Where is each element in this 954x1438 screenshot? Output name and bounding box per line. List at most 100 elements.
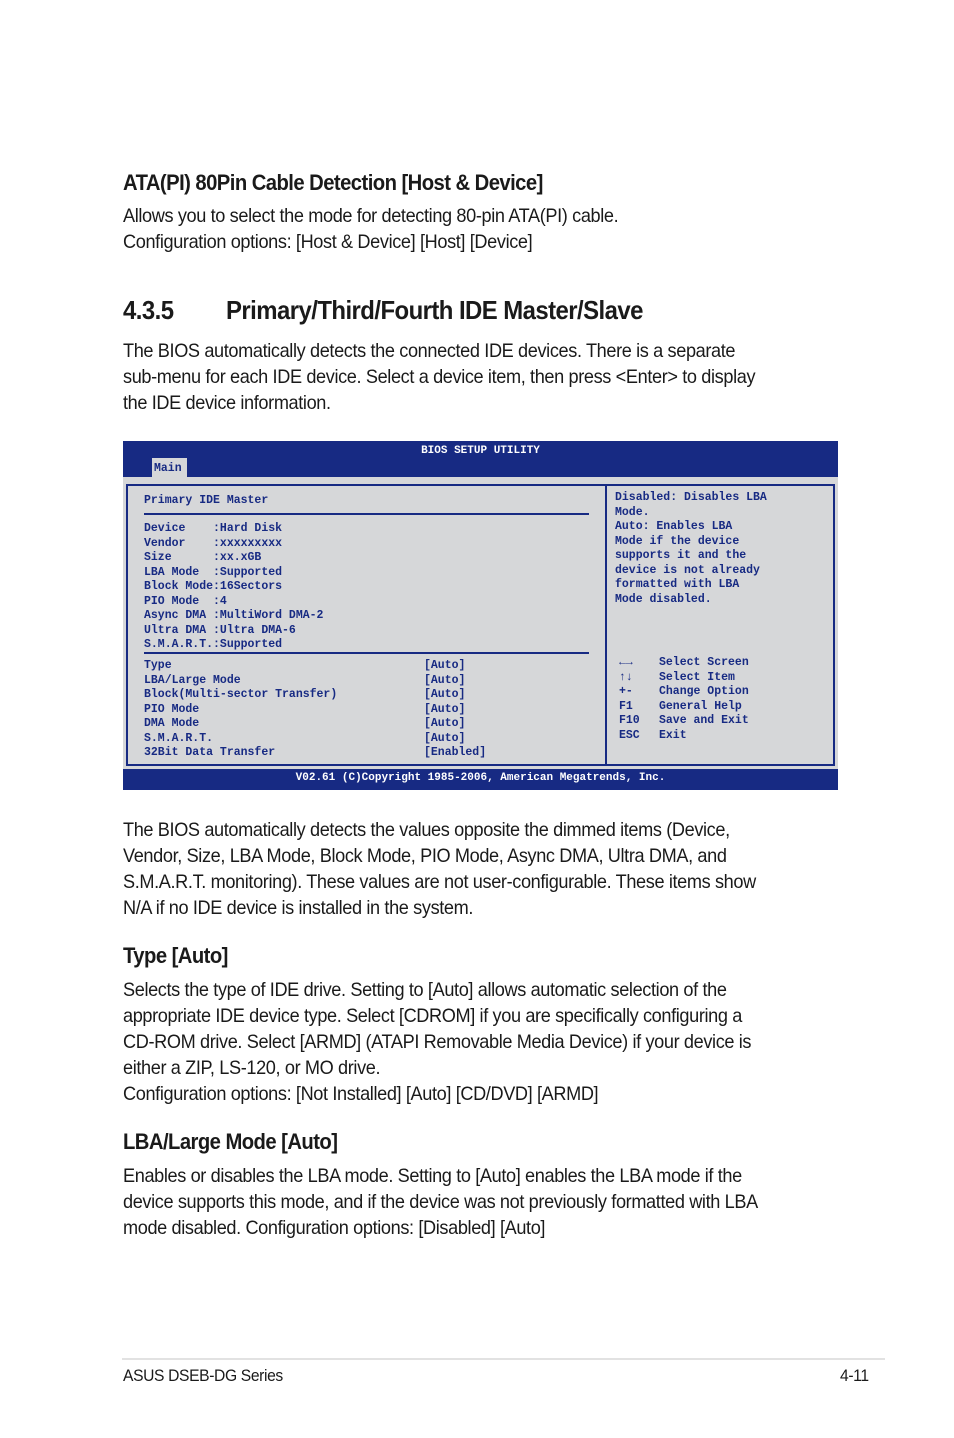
- setting-value[interactable]: [Auto]: [424, 674, 465, 689]
- setting-label: DMA Mode: [144, 717, 200, 730]
- key-row: F10 Save and Exit: [619, 714, 819, 729]
- info-label: Async DMA: [144, 609, 214, 622]
- text-line: N/A if no IDE device is installed in the…: [123, 897, 474, 919]
- section-number: 4.3.5: [123, 295, 174, 325]
- setting-row-pio[interactable]: PIO Mode [Auto]: [144, 703, 584, 718]
- key-action: Select Screen: [659, 656, 749, 669]
- info-label: Vendor: [144, 536, 214, 550]
- info-value: :Supported: [213, 638, 283, 651]
- settings-list: Type [Auto] LBA/Large Mode [Auto] Block(Mu…: [144, 659, 584, 761]
- setting-value[interactable]: [Auto]: [424, 717, 465, 732]
- setting-label: Block(Multi-sector Transfer): [144, 688, 338, 701]
- setting-value[interactable]: [Auto]: [424, 703, 465, 718]
- type-auto-heading: Type [Auto]: [123, 943, 228, 968]
- text-line: CD-ROM drive. Select [ARMD] (ATAPI Remov…: [123, 1031, 752, 1053]
- setting-row-dma[interactable]: DMA Mode [Auto]: [144, 717, 584, 732]
- text-line: The BIOS automatically detects the conne…: [123, 340, 736, 362]
- lba-mode-heading: LBA/Large Mode [Auto]: [123, 1129, 338, 1154]
- setting-value[interactable]: [Auto]: [424, 732, 465, 747]
- info-row: Size :xx.xGB: [144, 551, 323, 566]
- key-action: General Help: [659, 699, 742, 713]
- text-line: The BIOS automatically detects the value…: [123, 819, 730, 841]
- text-line: Configuration options: [Not Installed] […: [123, 1083, 599, 1105]
- text-line: mode disabled. Configuration options: [D…: [123, 1217, 546, 1239]
- info-value: :Ultra DMA-6: [213, 623, 296, 637]
- key-legend: ←→ Select Screen ↑↓ Select Item +- Change O…: [619, 656, 819, 743]
- bios-panel: Primary IDE Master Device :Hard Disk Ven…: [126, 484, 835, 766]
- info-label: Block Mode: [144, 580, 214, 593]
- help-line: supports it and the: [615, 549, 747, 562]
- info-row: Vendor :xxxxxxxxx: [144, 537, 323, 552]
- help-line: Mode disabled.: [615, 592, 712, 606]
- title-rule: [144, 513, 589, 515]
- setting-label: S.M.A.R.T.: [144, 731, 214, 745]
- info-value: :Hard Disk: [213, 522, 283, 535]
- info-row: LBA Mode :Supported: [144, 566, 323, 581]
- info-label: LBA Mode: [144, 565, 214, 579]
- key-row: ←→ Select Screen: [619, 656, 819, 671]
- text-line: Configuration options: [Host & Device] […: [123, 231, 533, 253]
- help-line: Mode if the device: [615, 534, 740, 548]
- text-line: sub-menu for each IDE device. Select a d…: [123, 366, 756, 388]
- help-line: Mode.: [615, 505, 650, 519]
- info-value: :xx.xGB: [213, 551, 262, 564]
- info-label: PIO Mode: [144, 594, 214, 608]
- key-action: Change Option: [659, 685, 749, 698]
- ide-section-text: The BIOS automatically detects the conne…: [123, 338, 756, 416]
- info-label: Device: [144, 522, 214, 535]
- text-line: Vendor, Size, LBA Mode, Block Mode, PIO …: [123, 845, 727, 867]
- setting-label: PIO Mode: [144, 702, 200, 716]
- info-value: :16Sectors: [213, 580, 283, 593]
- panel-divider: [605, 486, 607, 764]
- info-row: Device :Hard Disk: [144, 522, 323, 537]
- cable-detection-text: Allows you to select the mode for detect…: [123, 203, 619, 255]
- cable-detection-heading: ATA(PI) 80Pin Cable Detection [Host & De…: [123, 170, 543, 195]
- info-row: Async DMA :MultiWord DMA-2: [144, 609, 323, 624]
- help-line: Auto: Enables LBA: [615, 520, 733, 533]
- setting-row-type[interactable]: Type [Auto]: [144, 659, 584, 674]
- info-label: Ultra DMA: [144, 623, 214, 637]
- bios-screen-title: Primary IDE Master: [144, 494, 269, 507]
- setting-row-block[interactable]: Block(Multi-sector Transfer) [Auto]: [144, 688, 584, 703]
- up-down-arrow-icon: ↑↓: [619, 670, 633, 684]
- text-line: Selects the type of IDE drive. Setting t…: [123, 979, 727, 1001]
- bios-title: BIOS SETUP UTILITY: [421, 445, 540, 457]
- text-line: the IDE device information.: [123, 392, 331, 414]
- f10-key: F10: [619, 714, 640, 727]
- bios-tab-main[interactable]: Main: [152, 458, 187, 477]
- info-label: S.M.A.R.T.: [144, 638, 214, 651]
- info-value: :xxxxxxxxx: [213, 536, 283, 550]
- text-line: Enables or disables the LBA mode. Settin…: [123, 1165, 742, 1187]
- setting-label: Type: [144, 659, 172, 672]
- device-info-list: Device :Hard Disk Vendor :xxxxxxxxx Size…: [144, 522, 323, 653]
- help-line: Disabled: Disables LBA: [615, 491, 767, 504]
- key-row: ↑↓ Select Item: [619, 671, 819, 686]
- text-line: Allows you to select the mode for detect…: [123, 205, 619, 227]
- text-line: device supports this mode, and if the de…: [123, 1191, 758, 1213]
- bios-title-bar: BIOS SETUP UTILITY Main: [123, 441, 838, 477]
- key-row: +- Change Option: [619, 685, 819, 700]
- footer-product: ASUS DSEB-DG Series: [123, 1366, 283, 1385]
- setting-row-lba[interactable]: LBA/Large Mode [Auto]: [144, 674, 584, 689]
- setting-row-smart[interactable]: S.M.A.R.T. [Auto]: [144, 732, 584, 747]
- type-auto-text: Selects the type of IDE drive. Setting t…: [123, 977, 752, 1107]
- key-action: Exit: [659, 728, 687, 742]
- info-value: :Supported: [213, 565, 283, 579]
- f1-key: F1: [619, 699, 633, 713]
- footer-rule: [122, 1358, 885, 1360]
- key-row: ESC Exit: [619, 729, 819, 744]
- help-text: Disabled: Disables LBA Mode. Auto: Enabl…: [615, 491, 767, 607]
- setting-label: 32Bit Data Transfer: [144, 746, 276, 759]
- info-row: Block Mode:16Sectors: [144, 580, 323, 595]
- setting-value[interactable]: [Auto]: [424, 688, 465, 703]
- text-line: either a ZIP, LS-120, or MO drive.: [123, 1057, 381, 1079]
- bios-copyright-bar: V02.61 (C)Copyright 1985-2006, American …: [123, 769, 838, 790]
- setting-value[interactable]: [Enabled]: [424, 746, 486, 761]
- setting-row-32bit[interactable]: 32Bit Data Transfer [Enabled]: [144, 746, 584, 761]
- text-line: S.M.A.R.T. monitoring). These values are…: [123, 871, 756, 893]
- setting-value[interactable]: [Auto]: [424, 659, 465, 674]
- text-line: appropriate IDE device type. Select [CDR…: [123, 1005, 743, 1027]
- help-line: formatted with LBA: [615, 578, 740, 591]
- key-row: F1 General Help: [619, 700, 819, 715]
- plus-minus-key: +-: [619, 685, 633, 698]
